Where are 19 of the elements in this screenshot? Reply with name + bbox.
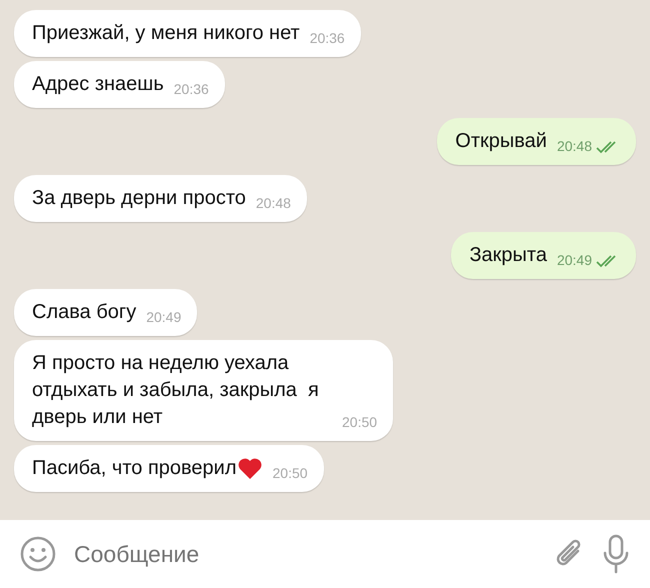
message-time: 20:36: [174, 80, 209, 99]
message-time: 20:50: [342, 413, 378, 432]
message-time: 20:49: [556, 251, 592, 270]
microphone-icon[interactable]: [602, 534, 630, 574]
message-time: 20:48: [256, 194, 291, 213]
message-time: 20:49: [146, 308, 182, 327]
message-time: 20:48: [556, 137, 592, 156]
message-text: Адрес знаешь: [32, 72, 164, 97]
emoji-icon[interactable]: [20, 536, 56, 572]
message-text: За дверь дерни просто: [32, 186, 246, 211]
message-time: 20:36: [310, 29, 345, 48]
message-field[interactable]: Сообщение: [72, 536, 536, 572]
message-time: 20:50: [272, 464, 308, 483]
message-text: Закрыта: [469, 243, 547, 268]
message-text: Открывай: [455, 129, 547, 154]
message-text: Пасиба, что проверил: [32, 456, 237, 481]
message-text: Слава богу: [32, 300, 136, 325]
message-text: Приезжай, у меня никого нет: [32, 21, 300, 46]
message-text: Я просто на неделю уехала отдыхать и забыла, закрыла я дверь или нет: [32, 351, 320, 430]
